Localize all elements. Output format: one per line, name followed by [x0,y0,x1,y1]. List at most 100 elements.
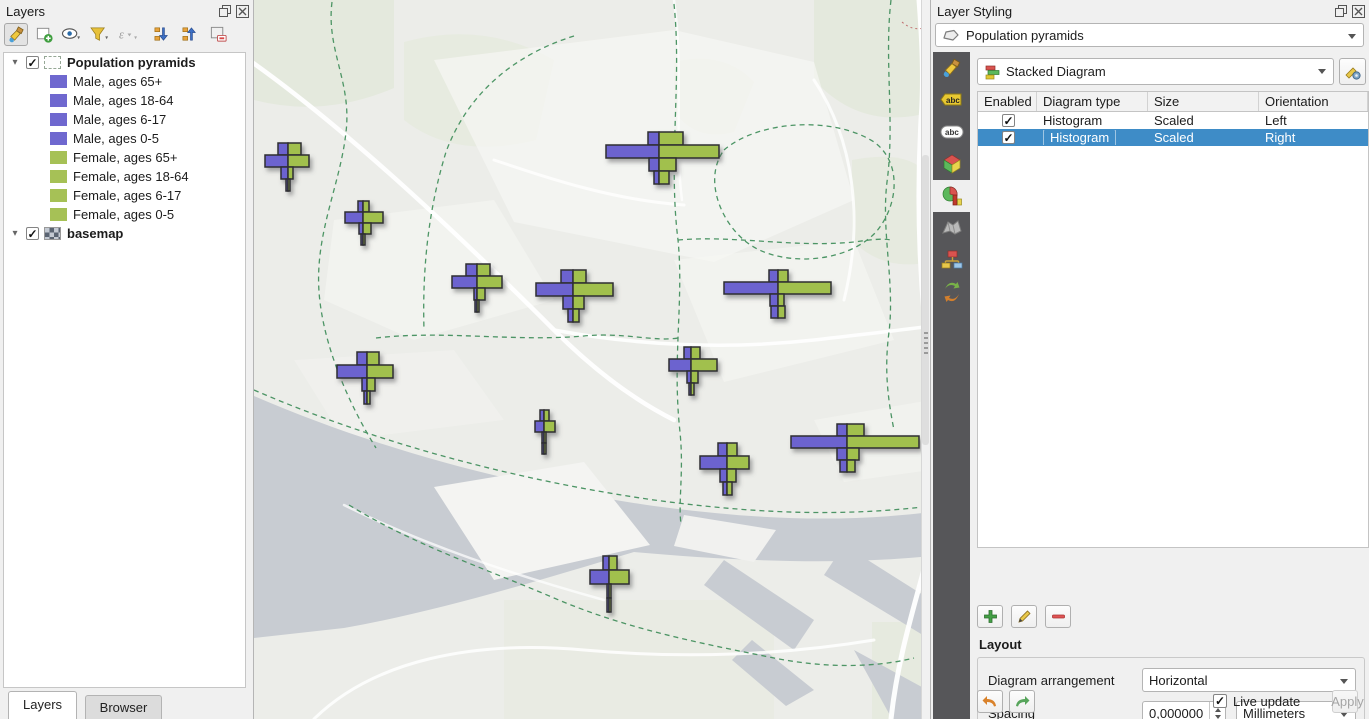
diagram-table-row[interactable]: Histogram ScaledLeft [978,112,1368,129]
collapse-all-icon [181,25,200,44]
layer-tree: ▾Population pyramidsMale, ages 65+Male, … [3,52,246,688]
legend-item[interactable]: Male, ages 18-64 [4,91,245,110]
tab-attributes-form[interactable] [933,244,970,276]
plus-icon [983,609,998,624]
tab-history[interactable] [933,276,970,308]
hierarchy-icon [941,249,963,271]
diagram-size-cell[interactable]: Scaled [1148,130,1259,145]
layers-panel-title: Layers [6,4,215,19]
legend-item[interactable]: Female, ages 6-17 [4,186,245,205]
layer-label: Population pyramids [67,55,196,70]
legend-color-swatch [50,208,67,221]
column-header[interactable]: Diagram type [1037,92,1148,111]
diagram-table: EnabledDiagram typeSizeOrientation Histo… [977,91,1369,548]
legend-item[interactable]: Female, ages 18-64 [4,167,245,186]
legend-item[interactable]: Male, ages 65+ [4,72,245,91]
splitter-handle-icon[interactable] [924,332,928,354]
column-header[interactable]: Size [1148,92,1259,111]
apply-label: Apply [1331,694,1364,709]
map-right-scroll-strip[interactable] [921,0,930,719]
diagram-orientation-cell[interactable]: Left [1259,113,1368,128]
pencil-icon [1017,609,1032,624]
tab-3d-view[interactable] [933,148,970,180]
expand-all-button[interactable] [150,23,174,46]
minus-icon [1051,609,1066,624]
edit-diagram-button[interactable] [1011,605,1037,628]
layer-tree-item[interactable]: ▾ Population pyramids [4,53,245,72]
remove-diagram-button[interactable] [1045,605,1071,628]
layer-styling-panel: Layer Styling Population pyramids [930,0,1369,719]
paintbrush-icon [7,25,26,44]
column-header[interactable]: Enabled [978,92,1037,111]
apply-button[interactable]: Apply [1332,690,1358,713]
close-panel-icon[interactable] [1352,5,1365,18]
epsilon-icon: ε [116,25,140,44]
tab-diagrams[interactable] [933,180,970,212]
layer-visibility-checkbox[interactable] [26,227,39,240]
layer-selector-combo[interactable]: Population pyramids [935,23,1364,47]
tab-labels[interactable]: abc [933,84,970,116]
styling-tabstrip: abc abc [933,52,970,719]
column-header[interactable]: Orientation [1259,92,1368,111]
diagram-size-cell[interactable]: Scaled [1148,113,1259,128]
layers-panel-titlebar: Layers [0,0,253,20]
collapse-all-button[interactable] [178,23,202,46]
manage-map-themes-button[interactable] [60,23,84,46]
mask-abc-icon: abc [940,123,964,141]
undo-button[interactable] [977,690,1003,713]
diagram-enabled-checkbox[interactable] [1002,114,1015,127]
legend-label: Male, ages 6-17 [73,112,166,127]
close-panel-icon[interactable] [236,5,249,18]
expander-icon[interactable]: ▾ [8,228,22,239]
legend-item[interactable]: Male, ages 0-5 [4,129,245,148]
filter-legend-button[interactable] [88,23,112,46]
layer-visibility-checkbox[interactable] [26,56,39,69]
layer-swatch [44,56,61,69]
diagram-type-value: Stacked Diagram [1006,64,1106,79]
live-update-checkbox[interactable] [1213,694,1227,708]
expand-all-icon [153,25,172,44]
tab-symbology[interactable] [933,52,970,84]
legend-color-swatch [50,75,67,88]
add-diagram-button[interactable] [977,605,1003,628]
layer-label: basemap [67,226,123,241]
diagram-type-cell[interactable]: Histogram [1043,130,1116,145]
map-canvas[interactable] [253,0,930,719]
diagram-table-row[interactable]: Histogram ScaledRight [978,129,1368,146]
undo-icon [982,694,998,708]
diagram-enabled-checkbox[interactable] [1002,131,1015,144]
expander-icon[interactable]: ▾ [8,57,22,68]
legend-color-swatch [50,151,67,164]
map-folded-icon [941,219,963,237]
step-down-icon[interactable] [1215,715,1221,719]
funnel-icon [89,25,111,44]
cube-3d-icon [941,153,963,175]
legend-label: Female, ages 18-64 [73,169,189,184]
legend-item[interactable]: Female, ages 0-5 [4,205,245,224]
scrollbar-thumb[interactable] [922,155,929,445]
remove-layer-button[interactable] [206,23,230,46]
layer-swatch [44,227,61,240]
svg-text:abc: abc [945,128,959,137]
diagram-type-combo[interactable]: Stacked Diagram [977,58,1334,85]
legend-item[interactable]: Male, ages 6-17 [4,110,245,129]
diagram-type-cell[interactable]: Histogram [1043,113,1102,128]
arrangement-value: Horizontal [1149,673,1208,688]
styling-panel-titlebar: Layer Styling [931,0,1369,20]
diagram-orientation-cell[interactable]: Right [1259,130,1368,145]
automated-placement-button[interactable] [1339,58,1366,85]
tab-annotations[interactable] [933,212,970,244]
layer-tree-item[interactable]: ▾ basemap [4,224,245,243]
float-panel-icon[interactable] [219,5,232,18]
legend-item[interactable]: Female, ages 65+ [4,148,245,167]
tab-masks[interactable]: abc [933,116,970,148]
legend-color-swatch [50,94,67,107]
arrangement-label: Diagram arrangement [988,673,1142,688]
tab-browser[interactable]: Browser [85,695,163,719]
float-panel-icon[interactable] [1335,5,1348,18]
open-layer-styling-button[interactable] [4,23,28,46]
add-group-button[interactable] [32,23,56,46]
filter-expression-button[interactable]: ε [116,23,140,46]
redo-button[interactable] [1009,690,1035,713]
tab-layers[interactable]: Layers [8,691,77,719]
